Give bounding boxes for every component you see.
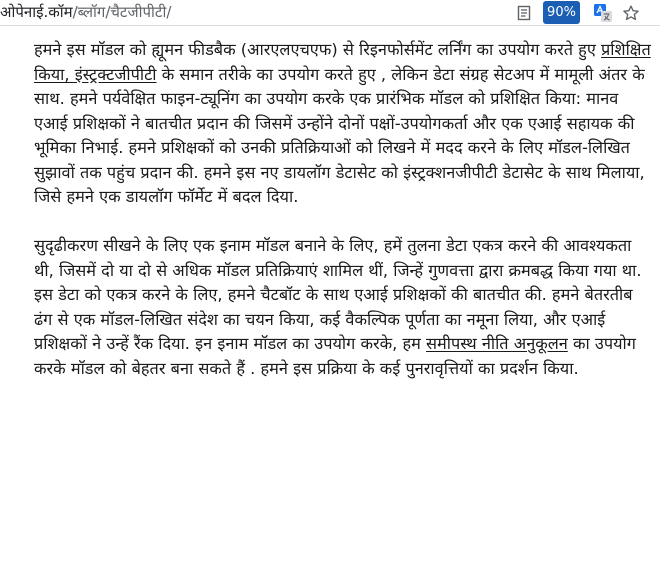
url-text[interactable]: ओपेनाई.कॉम/ब्लॉग/चैटजीपीटी/ xyxy=(0,2,171,22)
paragraph-reward-model: सुदृढीकरण सीखने के लिए एक इनाम मॉडल बनान… xyxy=(34,234,656,381)
paragraph-text: के समान तरीके का उपयोग करते हुए , लेकिन … xyxy=(34,64,645,207)
translate-icon[interactable] xyxy=(593,3,613,23)
star-icon[interactable] xyxy=(621,3,641,23)
url-path: /ब्लॉग/चैटजीपीटी/ xyxy=(72,3,172,21)
paragraph-rlhf-training: हमने इस मॉडल को ह्यूमन फीडबैक (आरएलएचएफ)… xyxy=(34,38,656,210)
url-host: ओपेनाई.कॉम xyxy=(0,3,73,21)
page-bottom xyxy=(0,548,660,570)
article-body: हमने इस मॉडल को ह्यूमन फीडबैक (आरएलएचएफ)… xyxy=(34,38,656,381)
paragraph-text: हमने इस मॉडल को ह्यूमन फीडबैक (आरएलएचएफ)… xyxy=(34,40,602,59)
zoom-level-button[interactable]: 90% xyxy=(543,1,580,24)
link-proximal-policy-optimization[interactable]: समीपस्थ नीति अनुकूलन xyxy=(426,334,568,353)
reader-mode-icon[interactable] xyxy=(514,3,534,23)
browser-address-bar[interactable]: ओपेनाई.कॉम/ब्लॉग/चैटजीपीटी/ 90% xyxy=(0,0,660,26)
